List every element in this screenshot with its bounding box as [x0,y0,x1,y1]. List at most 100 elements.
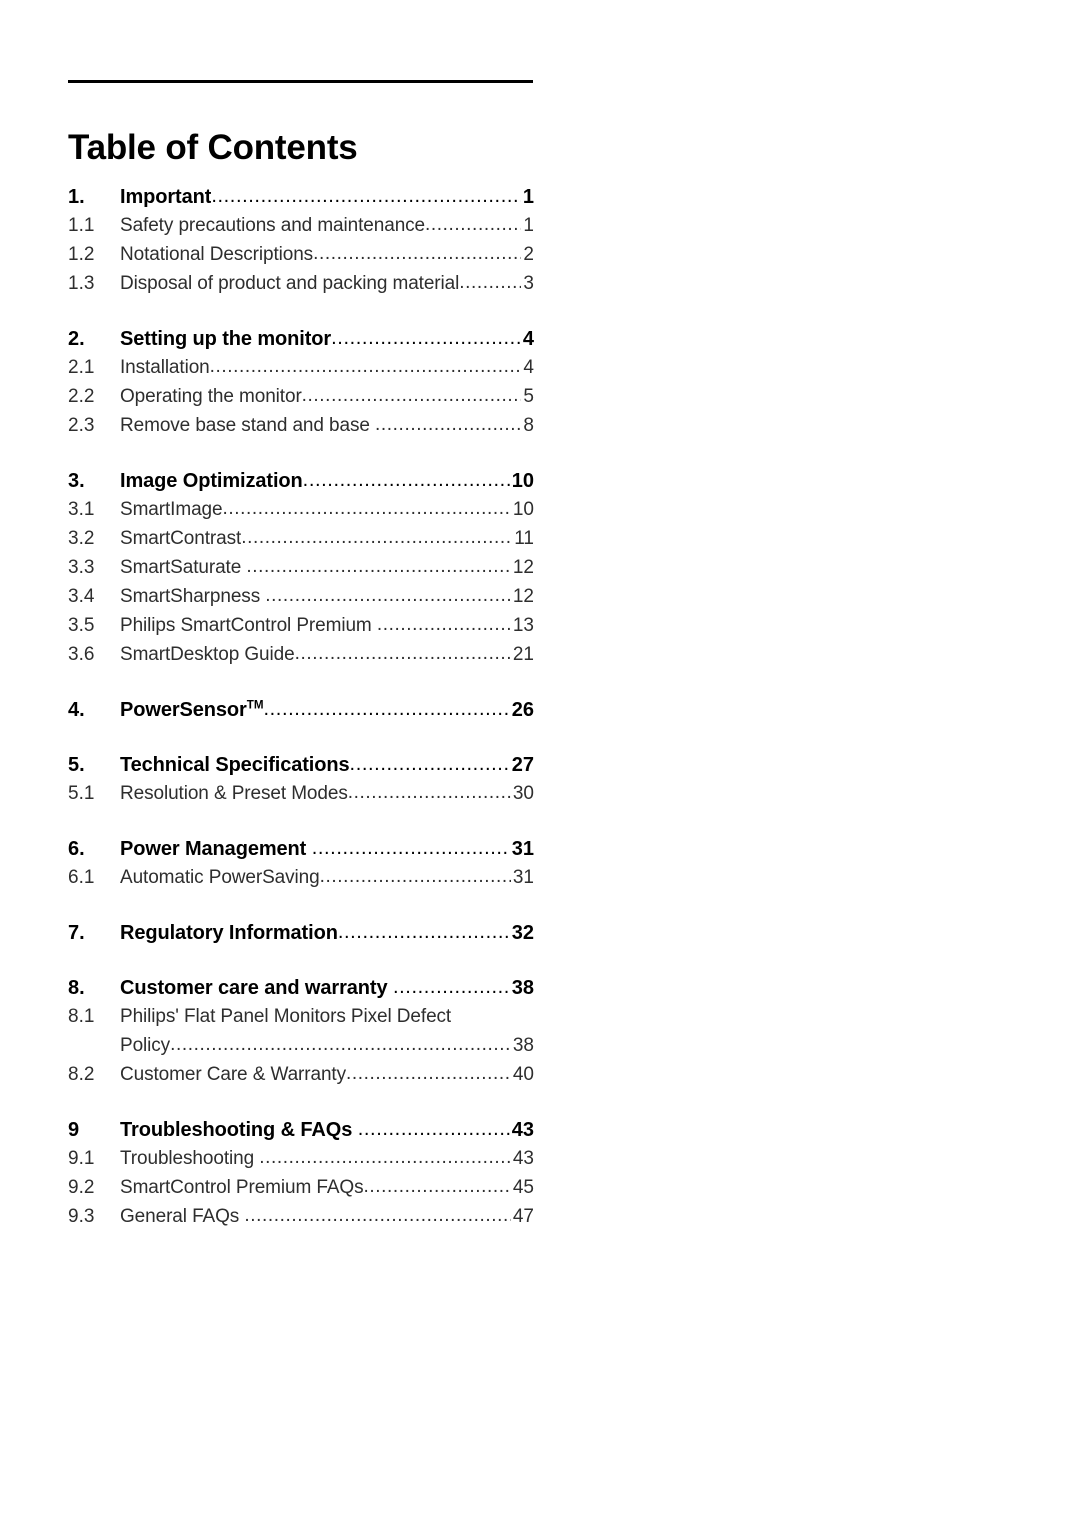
toc-entry[interactable]: 6. Power Management 31 [68,838,534,867]
toc-entry[interactable]: 1.1 Safety precautions and maintenance 1 [68,215,534,244]
toc-entry-page-number: 2 [523,244,534,265]
toc-entry[interactable]: 5.1 Resolution & Preset Modes 30 [68,783,534,812]
toc-entry-number: 5.1 [68,783,95,804]
toc-dot-leader [331,327,521,350]
toc-entry-number: 9.1 [68,1148,95,1169]
document-page: Table of Contents 1. Important 1 1.1 Safety … [0,0,1080,1527]
toc-entry-page-number: 12 [512,557,534,578]
toc-dot-leader [265,585,511,607]
toc-dot-leader [375,414,521,436]
toc-entry-page-number: 31 [512,867,534,888]
toc-entry[interactable]: 3.4 SmartSharpness 12 [68,586,534,615]
toc-entry-title-text: Operating the monitor [120,386,302,407]
toc-entry[interactable]: 2.2 Operating the monitor 5 [68,386,534,415]
toc-entry-title: Remove base stand and base [120,415,375,437]
toc-dot-leader [244,1205,510,1227]
toc-entry[interactable]: 3.2 SmartContrast 11 [68,528,534,557]
toc-entry-title: Notational Descriptions [120,244,313,266]
toc-dot-leader [241,527,512,549]
toc-entry-title: SmartDesktop Guide [120,644,295,666]
toc-entry-title-text: Philips SmartControl Premium [120,615,372,636]
toc-entry-title-text: SmartSharpness [120,586,261,607]
toc-dot-leader [303,469,510,492]
toc-entry[interactable]: 4. PowerSensorTM 26 [68,699,534,728]
toc-entry-page-number: 10 [512,499,534,520]
toc-entry-page-number: 13 [512,615,534,636]
toc-entry-page-number: 10 [511,470,534,492]
toc-entry-title: Customer care and warranty [120,977,393,1000]
toc-entry-title: PowerSensorTM [120,699,263,722]
toc-entry-page-number: 5 [523,386,534,407]
toc-entry-title: SmartSaturate [120,557,246,579]
toc-entry[interactable]: 2. Setting up the monitor 4 [68,328,534,357]
toc-entry-page-number: 4 [522,328,534,350]
toc-entry-title-text: Setting up the monitor [120,328,332,350]
toc-entry-number: 8.1 [68,1006,95,1027]
toc-entry-title: Operating the monitor [120,386,302,408]
toc-entry[interactable]: 1. Important 1 [68,186,534,215]
toc-entry-title-text: Customer Care & Warranty [120,1064,347,1085]
toc-entry-title-text: Troubleshooting & FAQs [120,1119,353,1141]
toc-entry-title-text: Regulatory Information [120,922,338,944]
toc-entry-number: 2.1 [68,357,95,378]
toc-entry-title: Resolution & Preset Modes [120,783,348,805]
toc-entry[interactable]: 1.2 Notational Descriptions 2 [68,244,534,273]
toc-entry-title-text: Image Optimization [120,470,303,492]
toc-entry-number: 2.3 [68,415,95,436]
toc-entry-number: 4. [68,699,85,721]
toc-dot-leader [259,1147,511,1169]
toc-dot-leader [425,214,521,236]
toc-group: 6. Power Management 31 6.1 Automatic PowerSa… [68,838,534,896]
toc-entry-number: 9.3 [68,1206,95,1227]
toc-entry[interactable]: 9.3 General FAQs 47 [68,1206,534,1235]
toc-entry[interactable]: 9.1 Troubleshooting 43 [68,1148,534,1177]
toc-entry[interactable]: 3.6 SmartDesktop Guide 21 [68,644,534,673]
trademark-superscript: TM [246,699,264,712]
toc-entry-page-number: 26 [511,699,534,721]
toc-entry-number: 6.1 [68,867,95,888]
toc-entry[interactable]: 3. Image Optimization 10 [68,470,534,499]
toc-entry-title: SmartControl Premium FAQs [120,1177,364,1199]
toc-entry-page-number: 4 [523,357,534,378]
toc-entry-number: 8. [68,977,85,999]
toc-entry[interactable]: 3.5 Philips SmartControl Premium 13 [68,615,534,644]
toc-group: 4. PowerSensorTM 26 [68,699,534,728]
toc-dot-leader [313,243,521,265]
toc-entry[interactable]: 8.2 Customer Care & Warranty 40 [68,1064,534,1093]
toc-entry-title: Regulatory Information [120,922,338,945]
toc-entry-number: 3.6 [68,644,95,665]
toc-group: 2. Setting up the monitor 4 2.1 Installation… [68,328,534,444]
toc-entry-page-number: 45 [512,1177,534,1198]
toc-entry-title: SmartImage [120,499,222,521]
toc-entry[interactable]: 1.3 Disposal of product and packing mater… [68,273,534,302]
toc-group: 1. Important 1 1.1 Safety precautions and ma… [68,186,534,302]
toc-entry-title: Customer Care & Warranty [120,1064,346,1086]
toc-entry[interactable]: 8.1 Philips' Flat Panel Monitors Pixel De… [68,1006,534,1035]
toc-entry[interactable]: 3.1 SmartImage 10 [68,499,534,528]
toc-entry[interactable]: 9 Troubleshooting & FAQs 43 [68,1119,534,1148]
toc-entry-title-text: Disposal of product and packing material [120,273,460,294]
toc-entry-title: Disposal of product and packing material [120,273,459,295]
toc-entry-title-text: SmartSaturate [120,557,242,578]
toc-entry[interactable]: 6.1 Automatic PowerSaving 31 [68,867,534,896]
toc-entry-number: 2. [68,328,85,350]
toc-entry-page-number: 30 [512,783,534,804]
toc-entry-title: Philips SmartControl Premium [120,615,377,637]
toc-entry-title: SmartSharpness [120,586,265,608]
toc-dot-leader [350,753,510,776]
toc-dot-leader [210,356,522,378]
toc-entry[interactable]: 3.3 SmartSaturate 12 [68,557,534,586]
toc-entry[interactable]: 8. Customer care and warranty 38 [68,977,534,1006]
toc-entry[interactable]: 9.2 SmartControl Premium FAQs 45 [68,1177,534,1206]
toc-entry-title-text: Safety precautions and maintenance [120,215,426,236]
toc-entry[interactable]: 7. Regulatory Information 32 [68,922,534,951]
toc-entry[interactable]: 2.1 Installation 4 [68,357,534,386]
toc-entry-title: Philips' Flat Panel Monitors Pixel Defec… [120,1006,451,1028]
toc-dot-leader [320,866,511,888]
toc-entry-title: Image Optimization [120,470,303,493]
toc-entry-continuation[interactable]: 8.1Policy38 [68,1035,534,1064]
toc-entry-page-number: 3 [523,273,534,294]
toc-entry[interactable]: 5. Technical Specifications 27 [68,754,534,783]
toc-entry-number: 1.3 [68,273,95,294]
toc-entry[interactable]: 2.3 Remove base stand and base 8 [68,415,534,444]
